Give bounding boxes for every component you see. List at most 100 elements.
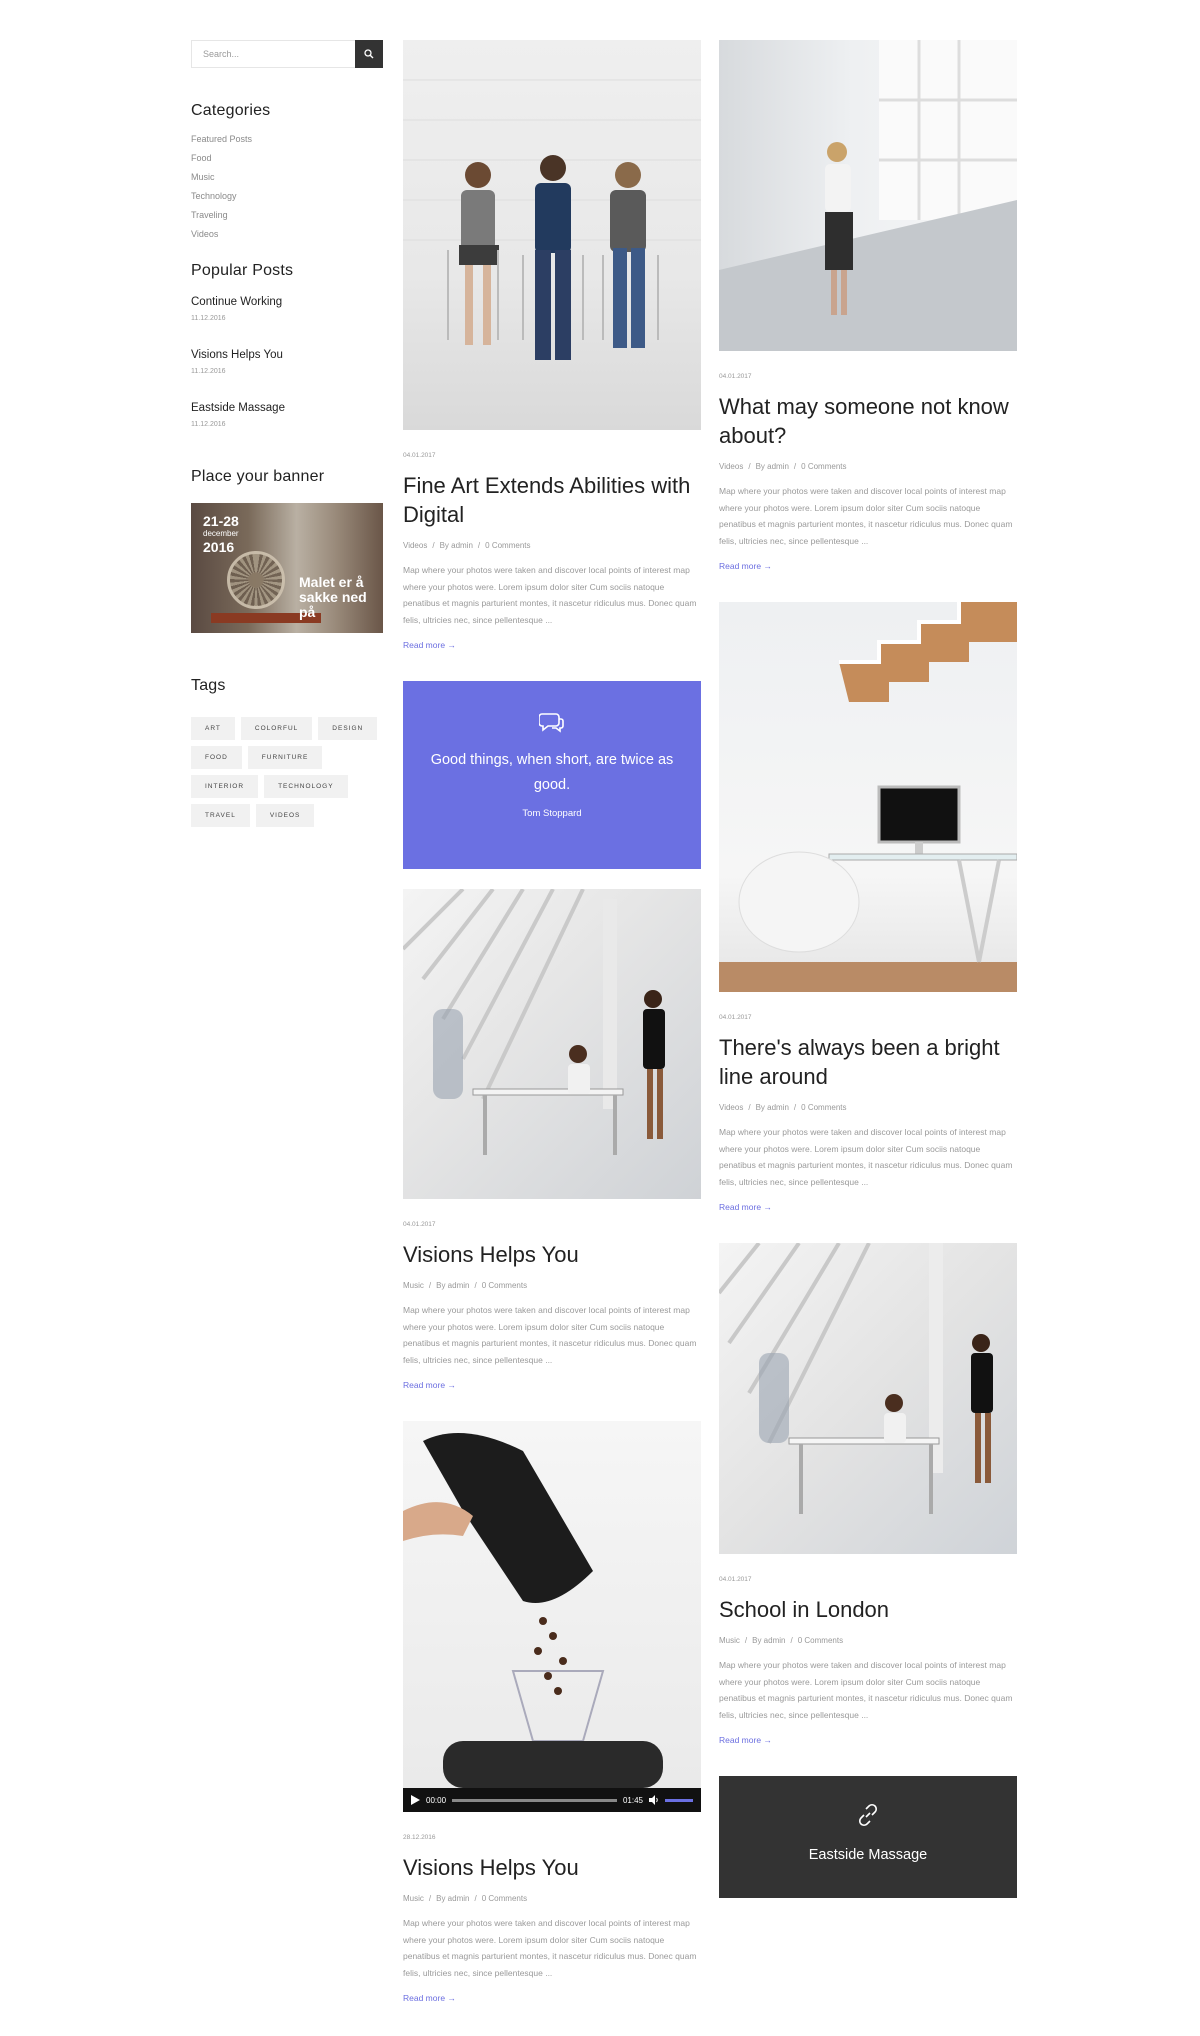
post-date: 04.01.2017 [719,373,752,380]
read-more-link[interactable]: Read more → [403,1380,456,1390]
category-item-featured-posts[interactable]: Featured Posts [191,130,383,149]
popular-post-title[interactable]: Continue Working [191,296,383,308]
banner-image[interactable]: 21-28 december 2016 Malet er å sakke ned… [191,503,383,633]
link-post[interactable]: Eastside Massage [719,1776,1017,1898]
read-more-link[interactable]: Read more → [719,1735,772,1745]
posts-column-left: 04.01.2017 Fine Art Extends Abilities wi… [403,40,701,2034]
post-author[interactable]: By admin [752,1636,785,1645]
quote-text: Good things, when short, are twice as go… [430,752,674,793]
tag-colorful[interactable]: COLORFUL [240,717,313,740]
category-item-videos[interactable]: Videos [191,225,383,244]
read-more-label: Read more [403,1380,446,1390]
tag-food[interactable]: FOOD [191,746,242,769]
woman-reading-illustration [719,40,1017,351]
search-input[interactable] [192,41,355,67]
post-card: 04.01.2017 There's always been a bright … [719,602,1017,1215]
search-button[interactable] [355,40,383,68]
popular-post-title[interactable]: Visions Helps You [191,349,383,361]
post-image[interactable] [719,602,1017,992]
post-title[interactable]: Visions Helps You [403,1240,701,1269]
tag-design[interactable]: DESIGN [318,717,378,740]
post-comments[interactable]: 0 Comments [798,1636,843,1645]
post-author[interactable]: By admin [756,462,789,471]
post-comments[interactable]: 0 Comments [801,1103,846,1112]
popular-post-title[interactable]: Eastside Massage [191,402,383,414]
post-card: 04.01.2017 Fine Art Extends Abilities wi… [403,40,701,653]
post-date: 04.01.2017 [719,1014,752,1021]
popular-post[interactable]: Visions Helps You 11.12.2016 [191,349,383,375]
post-date: 28.12.2016 [403,1834,436,1841]
post-title[interactable]: Visions Helps You [403,1853,701,1882]
banner-year: 2016 [203,539,235,555]
posts-column-right: 04.01.2017 What may someone not know abo… [719,40,1017,1898]
post-excerpt: Map where your photos were taken and dis… [403,565,697,625]
post-title[interactable]: There's always been a bright line around [719,1033,1017,1091]
office-illustration [719,1243,993,1514]
post-comments[interactable]: 0 Comments [482,1281,527,1290]
post-excerpt: Map where your photos were taken and dis… [403,1918,697,1978]
post-author[interactable]: By admin [756,1103,789,1112]
category-item-traveling[interactable]: Traveling [191,206,383,225]
tag-travel[interactable]: TRAVEL [191,804,250,827]
post-title[interactable]: What may someone not know about? [719,392,1017,450]
category-item-music[interactable]: Music [191,168,383,187]
categories-title: Categories [191,102,271,119]
post-category[interactable]: Music [403,1894,424,1903]
tag-furniture[interactable]: FURNITURE [247,746,323,769]
popular-post[interactable]: Continue Working 11.12.2016 [191,296,383,322]
post-category[interactable]: Videos [719,462,743,471]
tag-technology[interactable]: TECHNOLOGY [264,775,348,798]
volume-slider[interactable] [665,1798,693,1802]
tag-videos[interactable]: VIDEOS [255,804,315,827]
popular-post-date: 11.12.2016 [191,315,226,322]
category-item-technology[interactable]: Technology [191,187,383,206]
tags-title: Tags [191,677,226,694]
post-author[interactable]: By admin [436,1281,469,1290]
read-more-link[interactable]: Read more → [719,1202,772,1212]
post-title[interactable]: School in London [719,1595,1017,1624]
categories-list: Featured Posts Food Music Technology Tra… [191,130,383,244]
read-more-label: Read more [719,1202,762,1212]
arrow-right-icon: → [763,561,772,571]
read-more-link[interactable]: Read more → [403,1993,456,2003]
arrow-right-icon: → [763,1735,772,1745]
banner-title: Place your banner [191,468,325,485]
tag-interior[interactable]: INTERIOR [191,775,259,798]
post-title[interactable]: Fine Art Extends Abilities with Digital [403,471,701,529]
video-progress-bar[interactable] [452,1798,617,1802]
post-comments[interactable]: 0 Comments [482,1894,527,1903]
post-date: 04.01.2017 [403,1221,436,1228]
read-more-link[interactable]: Read more → [719,561,772,571]
post-author[interactable]: By admin [440,541,473,550]
video-player[interactable] [403,1421,701,1788]
search-icon [364,49,374,59]
fan-illustration [227,551,285,609]
volume-icon[interactable] [649,1795,659,1805]
post-comments[interactable]: 0 Comments [801,462,846,471]
category-item-food[interactable]: Food [191,149,383,168]
quote-post: Good things, when short, are twice as go… [403,681,701,869]
quote-author: Tom Stoppard [522,808,582,819]
read-more-link[interactable]: Read more → [403,640,456,650]
post-meta: Music / By admin/0 Comments [403,1281,528,1290]
post-image[interactable] [719,1243,1017,1554]
post-category[interactable]: Music [719,1636,740,1645]
banner-month: december [203,529,239,538]
post-image[interactable] [719,40,1017,351]
link-post-title[interactable]: Eastside Massage [719,1847,1017,1863]
post-comments[interactable]: 0 Comments [485,541,530,550]
post-meta: Videos / By admin/0 Comments [403,541,531,550]
play-icon[interactable] [411,1795,420,1805]
post-category[interactable]: Videos [403,541,427,550]
post-image[interactable] [403,40,701,430]
read-more-label: Read more [403,1993,446,2003]
post-author[interactable]: By admin [436,1894,469,1903]
popular-post[interactable]: Eastside Massage 11.12.2016 [191,402,383,428]
search-form [191,40,383,68]
post-category[interactable]: Videos [719,1103,743,1112]
chat-bubbles-icon [538,713,564,733]
post-image[interactable] [403,889,701,1199]
read-more-label: Read more [403,640,446,650]
tag-art[interactable]: ART [191,717,235,740]
post-category[interactable]: Music [403,1281,424,1290]
